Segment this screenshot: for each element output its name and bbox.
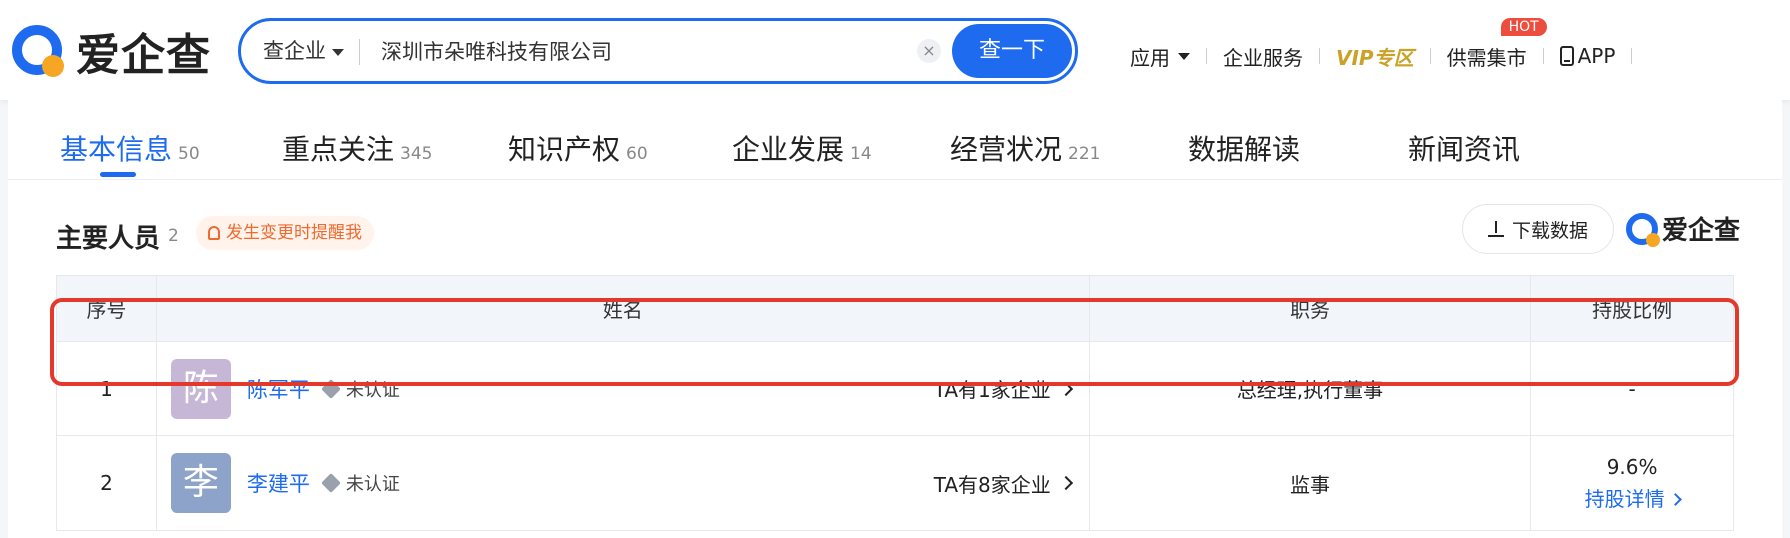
shield-icon (320, 473, 341, 493)
nav-supply-label: 供需集市 (1446, 45, 1527, 70)
nav-app-download[interactable]: APP (1559, 44, 1616, 68)
related-companies-label: TA有1家企业 (933, 378, 1051, 402)
share-cell: 9.6% 持股详情 (1531, 436, 1733, 530)
shield-icon (320, 378, 341, 399)
cert-status: 未认证 (320, 376, 400, 402)
search-scope-label: 查企业 (263, 39, 326, 63)
nav-app-menu-label: 应用 (1130, 45, 1170, 70)
tab-count: 50 (178, 144, 200, 164)
change-reminder-button[interactable]: 发生变更时提醒我 (196, 216, 374, 250)
column-header-share: 持股比例 (1592, 298, 1673, 322)
tab-label: 知识产权 (508, 133, 621, 166)
related-companies-label: TA有8家企业 (933, 472, 1051, 497)
site-logo[interactable]: 爱企查 (8, 20, 211, 82)
tab-basic-info[interactable]: 基本信息 50 (60, 128, 200, 168)
download-icon (1487, 221, 1504, 237)
table-header-row: 序号 姓名 职务 持股比例 (57, 276, 1733, 342)
nav-app-label: APP (1577, 44, 1616, 68)
related-companies-link[interactable]: TA有1家企业 (933, 374, 1073, 403)
cert-status: 未认证 (320, 470, 400, 496)
row-index: 1 (57, 342, 157, 435)
top-header: 爱企查 查企业 × 查一下 应用 企业服务 VIP专区 供需集市 HOT APP (0, 0, 1790, 100)
column-header-name: 姓名 (157, 276, 1090, 341)
avatar: 李 (170, 453, 231, 513)
share-detail-link[interactable]: 持股详情 (1584, 483, 1682, 515)
nav-supply-market[interactable]: 供需集市 HOT (1446, 17, 1547, 71)
nav-separator (1542, 48, 1544, 64)
person-name-link[interactable]: 李建平 (247, 468, 310, 498)
section-title: 主要人员 (56, 224, 161, 254)
tab-label: 重点关注 (282, 133, 395, 166)
share-detail-label: 持股详情 (1584, 487, 1665, 511)
active-tab-indicator (100, 172, 136, 177)
personnel-table: 序号 姓名 职务 持股比例 1 陈 陈军平 未认证 TA有1家企业 总经理,执行… (56, 275, 1734, 531)
tab-label: 经营状况 (950, 133, 1063, 166)
tab-label: 数据解读 (1188, 133, 1301, 166)
avatar: 陈 (170, 358, 231, 419)
logo-mark-icon (8, 21, 68, 81)
tab-count: 60 (626, 144, 648, 164)
tab-development[interactable]: 企业发展 14 (732, 128, 872, 168)
tab-key-focus[interactable]: 重点关注 345 (282, 128, 432, 168)
brand-text: 爱企查 (1662, 216, 1741, 246)
column-header-position: 职务 (1090, 276, 1532, 341)
tab-label: 企业发展 (732, 133, 845, 166)
cert-label: 未认证 (345, 379, 400, 401)
search-scope-select[interactable]: 查企业 (263, 21, 344, 81)
chevron-right-icon (1668, 492, 1682, 506)
nav-separator (1319, 48, 1320, 64)
nav-enterprise-service[interactable]: 企业服务 (1223, 42, 1303, 71)
table-row: 1 陈 陈军平 未认证 TA有1家企业 总经理,执行董事 - (57, 342, 1733, 436)
search-box: 查企业 × 查一下 (238, 18, 1078, 84)
tab-label: 新闻资讯 (1408, 133, 1521, 166)
related-companies-link[interactable]: TA有8家企业 (933, 469, 1073, 498)
position-cell: 总经理,执行董事 (1090, 342, 1532, 435)
share-cell: - (1628, 376, 1636, 401)
table-row: 2 李 李建平 未认证 TA有8家企业 监事 9.6% 持股详情 (57, 436, 1733, 530)
search-divider (359, 39, 360, 65)
brand-watermark: 爱企查 (1626, 210, 1740, 247)
search-button[interactable]: 查一下 (952, 24, 1072, 78)
tab-count: 14 (850, 144, 872, 164)
nav-separator (1631, 48, 1633, 64)
download-data-button[interactable]: 下载数据 (1462, 204, 1614, 254)
chevron-right-icon (1058, 475, 1073, 491)
nav-app-menu[interactable]: 应用 (1130, 42, 1190, 71)
phone-icon (1559, 46, 1574, 66)
person-cell: 李 李建平 未认证 TA有8家企业 (157, 436, 1090, 530)
section-count: 2 (168, 226, 179, 246)
bell-icon (208, 226, 220, 240)
content-card: 基本信息 50 重点关注 345 知识产权 60 企业发展 14 经营状况 221 数据解… (8, 100, 1782, 538)
tab-count: 345 (400, 144, 433, 164)
logo-mark-icon (1626, 212, 1660, 247)
person-name-link[interactable]: 陈军平 (247, 374, 310, 404)
tab-count: 221 (1068, 144, 1101, 164)
top-nav: 应用 企业服务 VIP专区 供需集市 HOT APP (1130, 17, 1648, 82)
clear-icon[interactable]: × (917, 39, 941, 63)
download-label: 下载数据 (1511, 219, 1588, 242)
tab-data-insight[interactable]: 数据解读 (1188, 128, 1300, 168)
nav-separator (1429, 48, 1431, 64)
tab-news[interactable]: 新闻资讯 (1408, 128, 1520, 168)
row-index: 2 (57, 436, 157, 530)
tab-bar: 基本信息 50 重点关注 345 知识产权 60 企业发展 14 经营状况 221 数据解… (8, 100, 1782, 180)
caret-down-icon (332, 48, 344, 56)
change-reminder-label: 发生变更时提醒我 (226, 223, 362, 243)
nav-vip[interactable]: VIP专区 (1336, 42, 1414, 71)
caret-down-icon (1178, 52, 1190, 60)
column-header-index: 序号 (57, 276, 157, 341)
hot-badge: HOT (1500, 17, 1547, 36)
share-percent: 9.6% (1606, 455, 1658, 479)
logo-text: 爱企查 (76, 30, 211, 81)
chevron-right-icon (1058, 381, 1073, 396)
cert-label: 未认证 (345, 474, 400, 495)
position-cell: 监事 (1090, 436, 1532, 530)
tab-label: 基本信息 (60, 133, 173, 166)
tab-operations[interactable]: 经营状况 221 (950, 128, 1100, 168)
person-cell: 陈 陈军平 未认证 TA有1家企业 (157, 342, 1090, 435)
tab-ip[interactable]: 知识产权 60 (508, 128, 648, 168)
nav-separator (1206, 48, 1207, 64)
